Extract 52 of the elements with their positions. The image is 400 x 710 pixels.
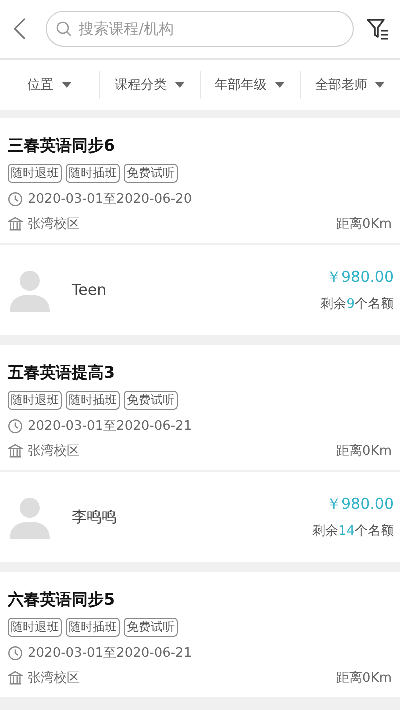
course-card[interactable]: 五春英语提高3 随时退班 随时插班 免费试听 2020-03-01至2020-06-21 张湾校区 距离0Km	[0, 345, 400, 470]
clock-icon	[8, 418, 23, 434]
search-icon	[56, 21, 72, 37]
caret-icon	[174, 82, 185, 88]
building-icon	[8, 216, 23, 232]
course-title: 六春英语同步5	[8, 590, 116, 611]
tag: 随时退班	[8, 618, 62, 637]
seats-remaining: 剩余14个名额	[312, 522, 394, 540]
clock-icon	[8, 646, 23, 660]
course-title: 五春英语提高3	[8, 363, 116, 384]
price: ￥980.00	[326, 268, 394, 286]
caret-icon	[62, 82, 72, 88]
distance: 距离0Km	[336, 670, 392, 687]
filter-dropdown[interactable]: 课程分类	[99, 71, 200, 99]
campus-name: 张湾校区	[28, 216, 80, 233]
caret-icon	[275, 82, 286, 88]
avatar-icon	[10, 268, 50, 312]
course-dates: 2020-03-01至2020-06-21	[28, 645, 192, 662]
teacher-name: Teen	[72, 281, 107, 299]
tag: 免费试听	[124, 618, 178, 637]
course-title: 三春英语同步6	[8, 136, 116, 157]
price: ￥980.00	[326, 494, 394, 514]
filter-dropdown[interactable]: 全部老师	[300, 71, 400, 99]
distance: 距离0Km	[336, 443, 392, 460]
clock-icon	[8, 192, 23, 206]
teacher-row[interactable]: 李鸣鸣 ￥980.00 剩余14个名额	[0, 472, 400, 562]
building-icon	[8, 444, 23, 458]
teacher-name: 李鸣鸣	[72, 508, 117, 526]
tag: 随时插班	[66, 391, 120, 410]
filter-dropdown[interactable]: 年部年级	[200, 71, 300, 99]
seats-remaining: 剩余9个名额	[320, 296, 394, 312]
tag: 随时退班	[8, 391, 62, 410]
course-dates: 2020-03-01至2020-06-21	[28, 418, 192, 435]
tag: 免费试听	[124, 164, 178, 183]
back-icon[interactable]	[14, 18, 26, 40]
distance: 距离0Km	[336, 216, 392, 233]
filter-icon[interactable]	[366, 17, 390, 41]
building-icon	[8, 670, 23, 686]
filter-dropdown[interactable]: 位置	[0, 71, 100, 99]
course-dates: 2020-03-01至2020-06-20	[28, 191, 192, 208]
course-card[interactable]: 三春英语同步6 随时退班 随时插班 免费试听 2020-03-01至2020-06-20 张湾校区 距离0Km	[0, 118, 400, 243]
teacher-row[interactable]: Teen ￥980.00 剩余9个名额	[0, 245, 400, 335]
avatar-icon	[10, 495, 50, 539]
campus-name: 张湾校区	[28, 670, 80, 687]
tag: 随时插班	[66, 618, 120, 637]
tag: 免费试听	[124, 391, 178, 410]
campus-name: 张湾校区	[28, 443, 80, 460]
caret-icon	[375, 82, 386, 88]
tag: 随时插班	[66, 164, 120, 183]
course-card[interactable]: 六春英语同步5 随时退班 随时插班 免费试听 2020-03-01至2020-06-21 张湾校区 距离0Km	[0, 572, 400, 697]
search-field[interactable]: 搜索课程/机构	[46, 11, 354, 47]
tag: 随时退班	[8, 164, 62, 183]
